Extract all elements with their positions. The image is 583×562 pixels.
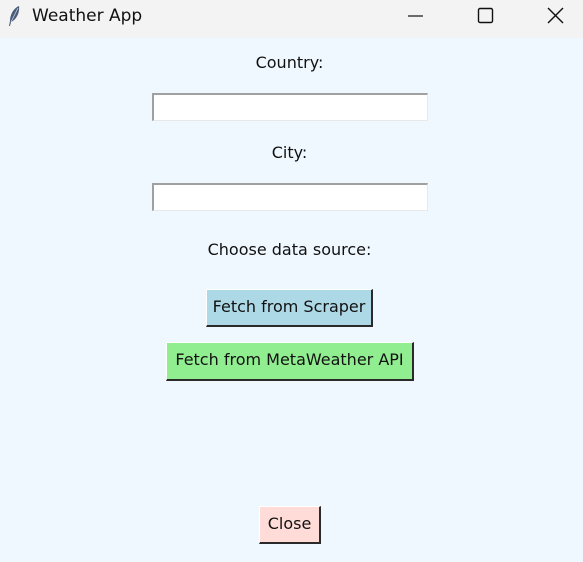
title-bar[interactable]: Weather App: [0, 0, 583, 38]
close-window-button[interactable]: [532, 0, 578, 32]
weather-app-window: Weather App Country: City: Choose data s…: [0, 0, 583, 562]
minimize-icon: [408, 15, 423, 17]
data-source-label: Choose data source:: [207, 240, 372, 259]
country-input[interactable]: [152, 93, 428, 121]
fetch-scraper-button[interactable]: Fetch from Scraper: [206, 289, 373, 327]
window-title: Weather App: [32, 6, 143, 26]
maximize-button[interactable]: [461, 0, 507, 32]
fetch-api-button[interactable]: Fetch from MetaWeather API: [166, 342, 414, 381]
city-input[interactable]: [152, 183, 428, 211]
close-button[interactable]: Close: [259, 506, 321, 544]
city-label: City:: [271, 143, 308, 162]
close-icon: [547, 7, 564, 24]
maximize-icon: [477, 7, 494, 24]
country-label: Country:: [255, 53, 324, 72]
minimize-button[interactable]: [392, 0, 438, 32]
feather-icon: [6, 5, 22, 29]
